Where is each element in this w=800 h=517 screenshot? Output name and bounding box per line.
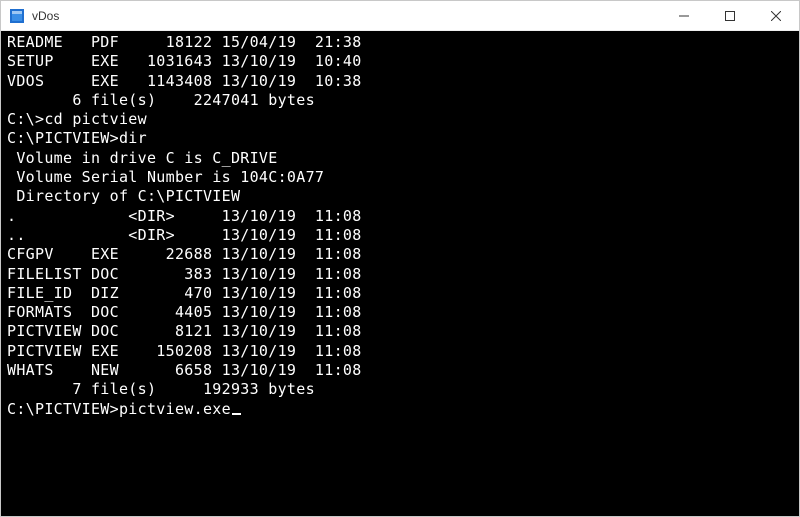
- terminal-text: SETUP EXE 1031643 13/10/19 10:40: [7, 52, 362, 70]
- titlebar[interactable]: vDos: [1, 1, 799, 31]
- terminal-text: PICTVIEW DOC 8121 13/10/19 11:08: [7, 322, 362, 340]
- serial-line: Volume Serial Number is 104C:0A77: [7, 168, 793, 187]
- terminal-text: PICTVIEW EXE 150208 13/10/19 11:08: [7, 342, 362, 360]
- terminal-text: FORMATS DOC 4405 13/10/19 11:08: [7, 303, 362, 321]
- terminal-text: FILE_ID DIZ 470 13/10/19 11:08: [7, 284, 362, 302]
- terminal-text: C:\PICTVIEW>dir: [7, 129, 147, 147]
- prompt-line: C:\>cd pictview: [7, 110, 793, 129]
- dir-summary: 7 file(s) 192933 bytes: [7, 380, 793, 399]
- terminal-text: C:\PICTVIEW>pictview.exe: [7, 400, 231, 418]
- file-row: README PDF 18122 15/04/19 21:38: [7, 33, 793, 52]
- minimize-button[interactable]: [661, 1, 707, 31]
- terminal-text: C:\>cd pictview: [7, 110, 147, 128]
- terminal-text: CFGPV EXE 22688 13/10/19 11:08: [7, 245, 362, 263]
- terminal-text: .. <DIR> 13/10/19 11:08: [7, 226, 362, 244]
- file-row: . <DIR> 13/10/19 11:08: [7, 207, 793, 226]
- file-row: FILE_ID DIZ 470 13/10/19 11:08: [7, 284, 793, 303]
- file-row: .. <DIR> 13/10/19 11:08: [7, 226, 793, 245]
- terminal-text: WHATS NEW 6658 13/10/19 11:08: [7, 361, 362, 379]
- prompt-line: C:\PICTVIEW>dir: [7, 129, 793, 148]
- terminal-text: . <DIR> 13/10/19 11:08: [7, 207, 362, 225]
- file-row: VDOS EXE 1143408 13/10/19 10:38: [7, 72, 793, 91]
- terminal[interactable]: README PDF 18122 15/04/19 21:38SETUP EXE…: [1, 31, 799, 516]
- window-title: vDos: [32, 9, 59, 23]
- volume-line: Volume in drive C is C_DRIVE: [7, 149, 793, 168]
- terminal-text: Volume in drive C is C_DRIVE: [7, 149, 278, 167]
- directory-of-line: Directory of C:\PICTVIEW: [7, 187, 793, 206]
- terminal-text: VDOS EXE 1143408 13/10/19 10:38: [7, 72, 362, 90]
- file-row: PICTVIEW DOC 8121 13/10/19 11:08: [7, 322, 793, 341]
- maximize-button[interactable]: [707, 1, 753, 31]
- app-window: vDos README PDF 18122 15/04/19 21:38SETU…: [0, 0, 800, 517]
- app-icon: [9, 8, 25, 24]
- terminal-text: Volume Serial Number is 104C:0A77: [7, 168, 324, 186]
- maximize-icon: [725, 11, 735, 21]
- terminal-text: 7 file(s) 192933 bytes: [7, 380, 315, 398]
- file-row: CFGPV EXE 22688 13/10/19 11:08: [7, 245, 793, 264]
- terminal-text: README PDF 18122 15/04/19 21:38: [7, 33, 362, 51]
- file-row: WHATS NEW 6658 13/10/19 11:08: [7, 361, 793, 380]
- file-row: FORMATS DOC 4405 13/10/19 11:08: [7, 303, 793, 322]
- terminal-text: FILELIST DOC 383 13/10/19 11:08: [7, 265, 362, 283]
- close-button[interactable]: [753, 1, 799, 31]
- file-row: FILELIST DOC 383 13/10/19 11:08: [7, 265, 793, 284]
- terminal-text: Directory of C:\PICTVIEW: [7, 187, 240, 205]
- cursor: [232, 413, 241, 415]
- dir-summary: 6 file(s) 2247041 bytes: [7, 91, 793, 110]
- close-icon: [771, 11, 781, 21]
- file-row: SETUP EXE 1031643 13/10/19 10:40: [7, 52, 793, 71]
- terminal-text: 6 file(s) 2247041 bytes: [7, 91, 315, 109]
- file-row: PICTVIEW EXE 150208 13/10/19 11:08: [7, 342, 793, 361]
- prompt-line: C:\PICTVIEW>pictview.exe: [7, 400, 793, 419]
- minimize-icon: [679, 11, 689, 21]
